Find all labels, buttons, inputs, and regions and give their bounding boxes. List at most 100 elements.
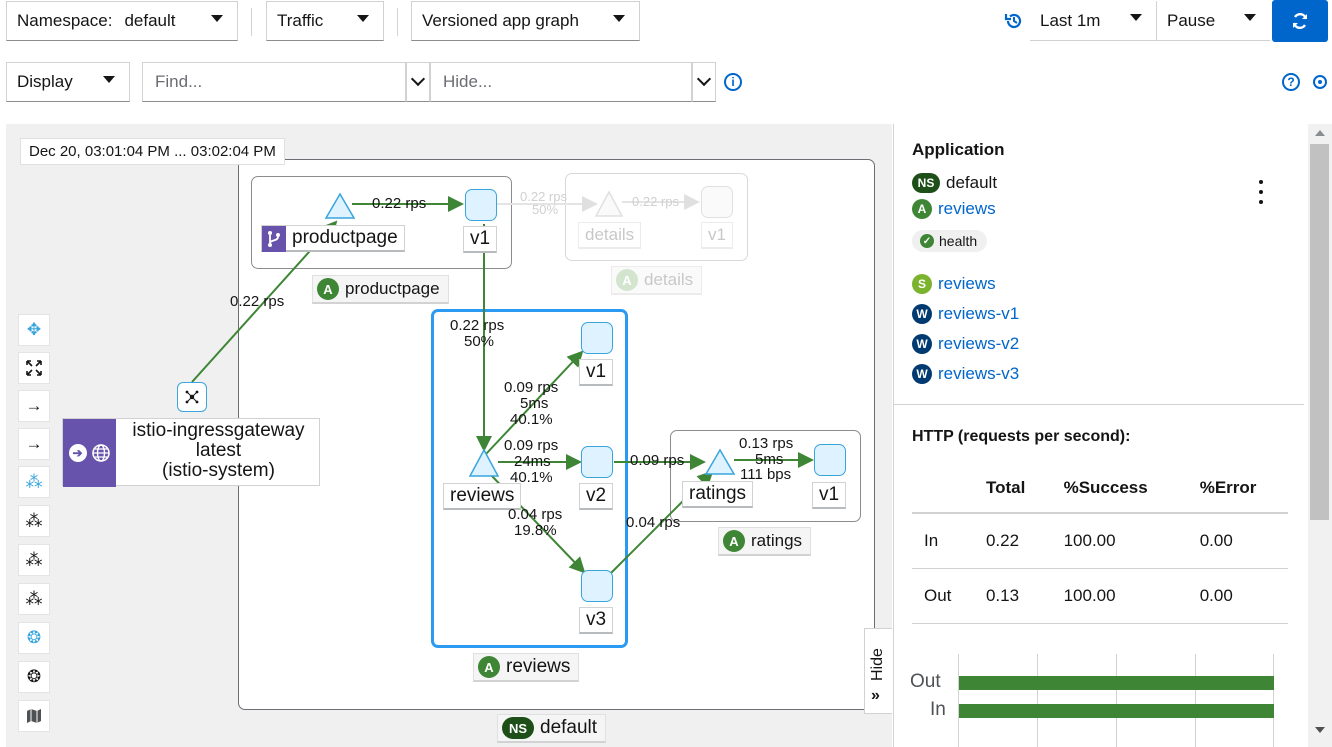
- gateway-label[interactable]: ➔ istio-ingressgateway latest (istio-sys…: [62, 418, 320, 487]
- gateway-version: latest: [195, 440, 242, 461]
- edge-label: 0.09 rps: [504, 379, 559, 396]
- reviews-v2-node[interactable]: [581, 446, 613, 478]
- gateway-icon-strip: ➔: [63, 419, 116, 487]
- app-name: reviews: [506, 656, 571, 677]
- productpage-service-label[interactable]: productpage: [261, 225, 405, 252]
- caret-down-icon: [1130, 14, 1142, 21]
- gateway-node[interactable]: [177, 382, 207, 412]
- namespace-layout-icon[interactable]: ❂: [18, 622, 50, 654]
- duration-dropdown[interactable]: Last 1m: [1030, 1, 1156, 41]
- refresh-button[interactable]: [1272, 0, 1328, 42]
- details-v1-node[interactable]: [701, 186, 733, 218]
- reviews-v3-node[interactable]: [581, 570, 613, 602]
- table-cell: 0.13: [973, 568, 1052, 624]
- namespace-layout-2-icon[interactable]: ❂: [18, 661, 50, 693]
- service-row[interactable]: S reviews: [912, 274, 996, 294]
- details-v1-label: v1: [701, 222, 733, 249]
- layout-2-icon[interactable]: ⁂: [18, 505, 50, 537]
- namespace-badge-icon: NS: [502, 717, 534, 739]
- app-row[interactable]: A reviews: [912, 199, 996, 219]
- service-link[interactable]: reviews: [938, 274, 996, 294]
- workload-badge-icon: W: [912, 334, 932, 354]
- hide-options-button[interactable]: [692, 62, 716, 102]
- scroll-up-icon[interactable]: [1315, 130, 1325, 136]
- layout-1-icon[interactable]: ⁂: [18, 466, 50, 498]
- workload-row[interactable]: W reviews-v1: [912, 304, 1019, 324]
- table-header: Total: [973, 464, 1052, 514]
- namespace-dropdown[interactable]: Namespace: default: [6, 1, 238, 41]
- help-icon[interactable]: ?: [1282, 73, 1300, 91]
- caret-down-icon: [357, 15, 369, 22]
- scroll-thumb[interactable]: [1310, 144, 1329, 520]
- app-badge-icon: A: [317, 278, 339, 300]
- edge-label: 19.8%: [514, 522, 557, 539]
- namespace-label: Namespace:: [17, 11, 113, 30]
- hide-panel-label: Hide: [869, 648, 886, 681]
- edge-label: 24ms: [514, 453, 551, 470]
- reviews-service-node: [468, 448, 500, 477]
- bar-label-in: In: [930, 699, 946, 720]
- find-placeholder: Find...: [155, 72, 203, 91]
- namespace-row: NS default: [912, 173, 997, 193]
- edge-label: 40.1%: [510, 411, 553, 428]
- scroll-down-icon[interactable]: [1315, 727, 1325, 733]
- panel-scrollbar[interactable]: [1308, 124, 1332, 747]
- workload-row[interactable]: W reviews-v3: [912, 364, 1019, 384]
- layout-cose-icon[interactable]: →: [18, 428, 50, 460]
- app-label-reviews[interactable]: A reviews: [473, 653, 580, 682]
- graph-canvas[interactable]: Dec 20, 03:01:04 PM ... 03:02:04 PM prod…: [6, 124, 892, 747]
- namespace-label-default[interactable]: NS default: [497, 714, 607, 743]
- virtual-service-icon: [262, 226, 286, 252]
- reviews-v1-node[interactable]: [581, 322, 613, 354]
- workload-row[interactable]: W reviews-v2: [912, 334, 1019, 354]
- health-badge[interactable]: ✓ health: [912, 230, 988, 252]
- display-label: Display: [17, 72, 73, 91]
- history-icon[interactable]: [1003, 10, 1025, 32]
- productpage-v1-node[interactable]: [465, 189, 497, 221]
- ratings-v1-label: v1: [812, 482, 847, 509]
- table-header: [912, 464, 974, 514]
- table-cell: In: [912, 513, 974, 569]
- table-row: In 0.22 100.00 0.00: [912, 513, 1288, 569]
- pan-icon[interactable]: ✥: [18, 314, 50, 346]
- layout-4-icon[interactable]: ⁂: [18, 583, 50, 615]
- kebab-menu-icon[interactable]: [1251, 180, 1271, 204]
- toolbar-divider: [397, 8, 398, 36]
- traffic-dropdown[interactable]: Traffic: [266, 1, 384, 41]
- find-input[interactable]: Find...: [142, 62, 406, 102]
- graph-tour-icon[interactable]: [1310, 72, 1330, 92]
- find-options-button[interactable]: [406, 62, 430, 102]
- namespace-name: default: [540, 717, 598, 738]
- bar-out: [959, 676, 1274, 690]
- health-label: health: [939, 233, 978, 249]
- workload-link[interactable]: reviews-v2: [938, 334, 1019, 354]
- ratings-service-node: [704, 448, 736, 475]
- layout-3-icon[interactable]: ⁂: [18, 544, 50, 576]
- graph-type-dropdown[interactable]: Versioned app graph: [411, 1, 640, 41]
- zoom-to-fit-icon[interactable]: [18, 352, 50, 384]
- workload-link[interactable]: reviews-v1: [938, 304, 1019, 324]
- ratings-v1-node[interactable]: [814, 444, 846, 476]
- refresh-interval-dropdown[interactable]: Pause: [1156, 1, 1270, 41]
- app-badge-icon: A: [616, 269, 638, 291]
- edge-label: 0.22 rps: [372, 195, 427, 212]
- layout-dagre-icon[interactable]: →: [18, 390, 50, 422]
- caret-down-icon: [613, 15, 625, 22]
- display-dropdown[interactable]: Display: [6, 62, 130, 102]
- table-row: Out 0.13 100.00 0.00: [912, 568, 1288, 624]
- hide-input[interactable]: Hide...: [430, 62, 692, 102]
- info-icon[interactable]: i: [724, 73, 742, 91]
- app-label-details[interactable]: A details: [611, 266, 703, 295]
- productpage-service-node: [324, 192, 356, 219]
- app-label-productpage[interactable]: A productpage: [312, 275, 449, 304]
- legend-map-icon[interactable]: [18, 700, 50, 732]
- table-header: %Success: [1051, 464, 1188, 514]
- app-label-ratings[interactable]: A ratings: [718, 527, 812, 556]
- workload-link[interactable]: reviews-v3: [938, 364, 1019, 384]
- details-service-node: [594, 190, 624, 217]
- workload-badge-icon: W: [912, 304, 932, 324]
- edge-label: 0.22 rps: [450, 317, 505, 334]
- hide-panel-tab[interactable]: Hide »: [864, 628, 892, 714]
- table-cell: 100.00: [1051, 513, 1188, 569]
- app-link[interactable]: reviews: [938, 199, 996, 219]
